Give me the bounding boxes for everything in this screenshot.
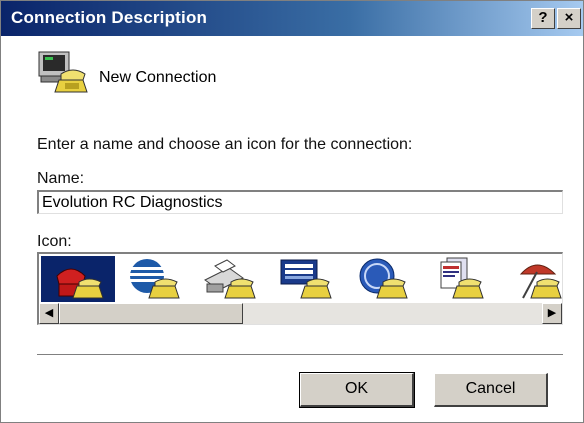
mci-phone-icon [280, 259, 332, 299]
icon-option-umbrella[interactable] [497, 256, 562, 302]
icon-option-ge[interactable] [345, 256, 419, 302]
icon-label: Icon: [37, 233, 72, 250]
icon-list[interactable]: ◀ ▶ [37, 252, 563, 325]
instruction-text: Enter a name and choose an icon for the … [37, 136, 413, 153]
separator-line [37, 354, 563, 356]
dialog-body: New Connection Enter a name and choose a… [1, 36, 583, 422]
name-label: Name: [37, 170, 85, 187]
connection-name-display: New Connection [99, 69, 217, 86]
window-title: Connection Description [11, 8, 208, 27]
ok-button[interactable]: OK [299, 372, 415, 408]
connection-description-dialog: Connection Description ? × New Connectio… [0, 0, 584, 423]
red-phone-icon [56, 268, 104, 299]
help-button[interactable]: ? [531, 8, 555, 29]
scroll-left-icon[interactable]: ◀ [39, 303, 59, 324]
icon-option-fax[interactable] [193, 256, 267, 302]
icon-list-scrollbar[interactable]: ◀ ▶ [39, 303, 562, 324]
close-button[interactable]: × [557, 8, 581, 29]
name-input[interactable] [37, 190, 563, 214]
telephone-computer-icon [38, 51, 88, 93]
cancel-button[interactable]: Cancel [434, 373, 548, 407]
globe-phone-icon [130, 259, 180, 299]
icon-option-red-phone[interactable] [41, 256, 115, 302]
icon-option-documents[interactable] [421, 256, 495, 302]
documents-phone-icon [440, 257, 484, 299]
icon-option-mci[interactable] [269, 256, 343, 302]
umbrella-phone-icon [519, 264, 562, 299]
icon-option-globe[interactable] [117, 256, 191, 302]
fax-phone-icon [204, 259, 256, 299]
scrollbar-thumb[interactable] [59, 303, 243, 324]
scroll-right-icon[interactable]: ▶ [542, 303, 562, 324]
title-bar[interactable]: Connection Description ? × [1, 1, 583, 36]
ge-phone-icon [359, 258, 408, 299]
